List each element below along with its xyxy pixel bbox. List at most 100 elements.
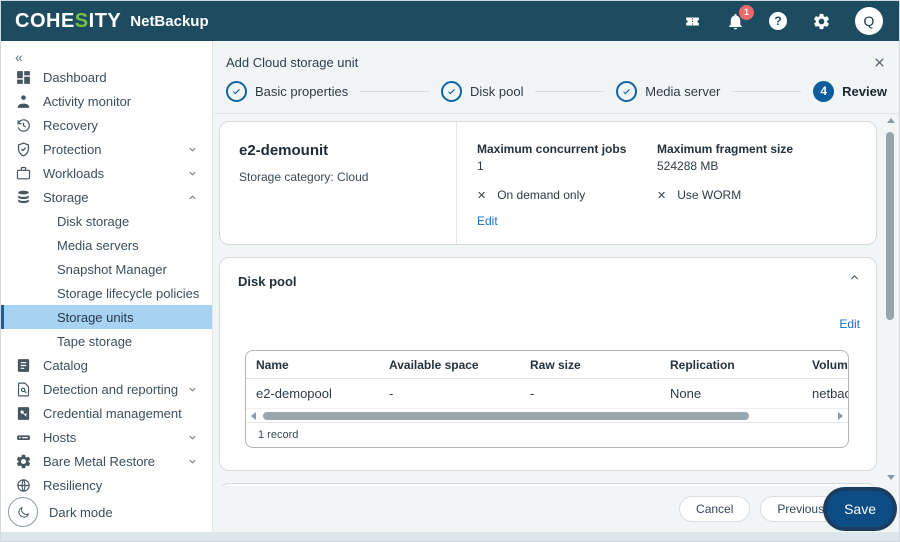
- column-header-replication: Replication: [670, 358, 812, 372]
- sidebar-item-label: Storage lifecycle policies: [57, 286, 199, 301]
- sidebar-item-label: Workloads: [43, 166, 104, 181]
- scroll-up-arrow-icon[interactable]: [887, 118, 895, 123]
- topbar-actions: 1 ? Q: [683, 7, 883, 35]
- edit-disk-pool-link[interactable]: Edit: [839, 317, 860, 331]
- sidebar-item-label: Bare Metal Restore: [43, 454, 155, 469]
- table-cell: None: [670, 386, 812, 401]
- sidebar: « Dashboard Activity monitor RecoveryProte…: [1, 41, 213, 532]
- sidebar-item-disk-storage[interactable]: Disk storage: [1, 209, 212, 233]
- sidebar-collapse-button[interactable]: «: [1, 49, 212, 65]
- sidebar-item-hosts[interactable]: Hosts: [1, 425, 212, 449]
- column-header-name: Name: [256, 358, 389, 372]
- wizard-stepper: Basic properties Disk pool Media server 4Re…: [214, 75, 899, 113]
- column-header-volumes: Volumes: [812, 358, 849, 372]
- step-media-server[interactable]: Media server: [616, 81, 720, 102]
- sidebar-item-workloads[interactable]: Workloads: [1, 161, 212, 185]
- sidebar-item-recovery[interactable]: Recovery: [1, 113, 212, 137]
- chevron-down-icon: [187, 144, 198, 155]
- hscroll-track[interactable]: [261, 412, 833, 420]
- bare-metal-restore-icon: [15, 453, 32, 470]
- sidebar-item-label: Hosts: [43, 430, 76, 445]
- scroll-right-arrow-icon[interactable]: [838, 412, 843, 420]
- sidebar-item-tape-storage[interactable]: Tape storage: [1, 329, 212, 353]
- table-cell: -: [530, 386, 670, 401]
- sidebar-item-resiliency[interactable]: Resiliency: [1, 473, 212, 497]
- collapse-chevron-up-icon[interactable]: [848, 271, 861, 284]
- step-basic-properties[interactable]: Basic properties: [226, 81, 348, 102]
- sidebar-item-detection-and-reporting[interactable]: Detection and reporting: [1, 377, 212, 401]
- notifications-bell-icon[interactable]: 1: [726, 12, 745, 31]
- step-check-icon: [226, 81, 247, 102]
- activity-monitor-icon: [15, 93, 32, 110]
- notification-badge: 1: [739, 5, 754, 20]
- dashboard-icon: [15, 69, 32, 86]
- step-review[interactable]: 4Review: [813, 81, 887, 102]
- table-row[interactable]: e2-demopool--Nonenetbackup: [246, 379, 848, 409]
- sidebar-item-bare-metal-restore[interactable]: Bare Metal Restore: [1, 449, 212, 473]
- top-header: COHESITY NetBackup 1 ? Q: [1, 1, 899, 41]
- hosts-icon: [15, 429, 32, 446]
- sidebar-item-dashboard[interactable]: Dashboard: [1, 65, 212, 89]
- scroll-down-arrow-icon[interactable]: [887, 475, 895, 480]
- help-icon[interactable]: ?: [769, 12, 788, 31]
- sidebar-item-label: Catalog: [43, 358, 88, 373]
- dialog-vertical-scrollbar[interactable]: [885, 116, 897, 482]
- on-demand-only-flag: ✕ On demand only: [477, 188, 657, 202]
- scroll-left-arrow-icon[interactable]: [251, 412, 256, 420]
- add-cloud-storage-unit-dialog: Add Cloud storage unit Basic properties D…: [214, 41, 899, 532]
- catalog-icon: [15, 357, 32, 374]
- sidebar-item-protection[interactable]: Protection: [1, 137, 212, 161]
- unit-settings: Maximum concurrent jobs 1 ✕ On demand on…: [457, 122, 837, 244]
- sidebar-item-credential-management[interactable]: Credential management: [1, 401, 212, 425]
- sidebar-item-activity-monitor[interactable]: Activity monitor: [1, 89, 212, 113]
- sidebar-item-label: Media servers: [57, 238, 139, 253]
- dark-mode-toggle[interactable]: Dark mode: [1, 497, 212, 535]
- credential-icon: [15, 405, 32, 422]
- table-cell: netbackup: [812, 386, 849, 401]
- step-connector: [535, 91, 604, 92]
- sidebar-item-label: Dashboard: [43, 70, 107, 85]
- sidebar-item-storage-lifecycle-policies[interactable]: Storage lifecycle policies: [1, 281, 212, 305]
- save-button[interactable]: Save: [827, 491, 893, 527]
- flag-label: On demand only: [497, 188, 585, 202]
- table-body: e2-demopool--Nonenetbackup: [246, 379, 848, 409]
- sidebar-item-label: Activity monitor: [43, 94, 131, 109]
- sidebar-item-catalog[interactable]: Catalog: [1, 353, 212, 377]
- step-disk-pool[interactable]: Disk pool: [441, 81, 523, 102]
- dialog-header: Add Cloud storage unit Basic properties D…: [214, 41, 899, 114]
- column-header-available-space: Available space: [389, 358, 530, 372]
- step-connector: [360, 91, 429, 92]
- vscroll-thumb[interactable]: [886, 132, 894, 320]
- sidebar-item-storage[interactable]: Storage: [1, 185, 212, 209]
- logo-accent-letter: S: [75, 10, 89, 32]
- sidebar-item-storage-units[interactable]: Storage units: [1, 305, 212, 329]
- cancel-button[interactable]: Cancel: [679, 496, 750, 522]
- close-icon[interactable]: [872, 55, 887, 70]
- sidebar-item-snapshot-manager[interactable]: Snapshot Manager: [1, 257, 212, 281]
- logo-text: ITY: [89, 10, 122, 32]
- chevron-up-icon: [187, 192, 198, 203]
- step-label: Media server: [645, 84, 720, 99]
- dark-mode-label: Dark mode: [49, 505, 113, 520]
- user-avatar[interactable]: Q: [855, 7, 883, 35]
- table-cell: -: [389, 386, 530, 401]
- help-glyph: ?: [769, 12, 787, 30]
- sidebar-item-label: Disk storage: [57, 214, 129, 229]
- dialog-content: e2-demounit Storage category: Cloud Maxi…: [214, 114, 899, 486]
- settings-gear-icon[interactable]: [812, 12, 831, 31]
- workloads-icon: [15, 165, 32, 182]
- storage-icon: [15, 189, 32, 206]
- sidebar-item-media-servers[interactable]: Media servers: [1, 233, 212, 257]
- dialog-title: Add Cloud storage unit: [226, 55, 358, 70]
- sidebar-item-label: Tape storage: [57, 334, 132, 349]
- max-concurrent-jobs-value: 1: [477, 159, 657, 173]
- license-ticket-icon[interactable]: [683, 12, 702, 31]
- max-fragment-size-value: 524288 MB: [657, 159, 837, 173]
- table-horizontal-scrollbar[interactable]: [246, 409, 848, 422]
- hscroll-thumb[interactable]: [263, 412, 749, 420]
- logo-text: COHE: [15, 10, 75, 32]
- step-check-icon: [616, 81, 637, 102]
- edit-basic-properties-link[interactable]: Edit: [477, 214, 498, 228]
- detection-icon: [15, 381, 32, 398]
- table-cell: e2-demopool: [256, 386, 389, 401]
